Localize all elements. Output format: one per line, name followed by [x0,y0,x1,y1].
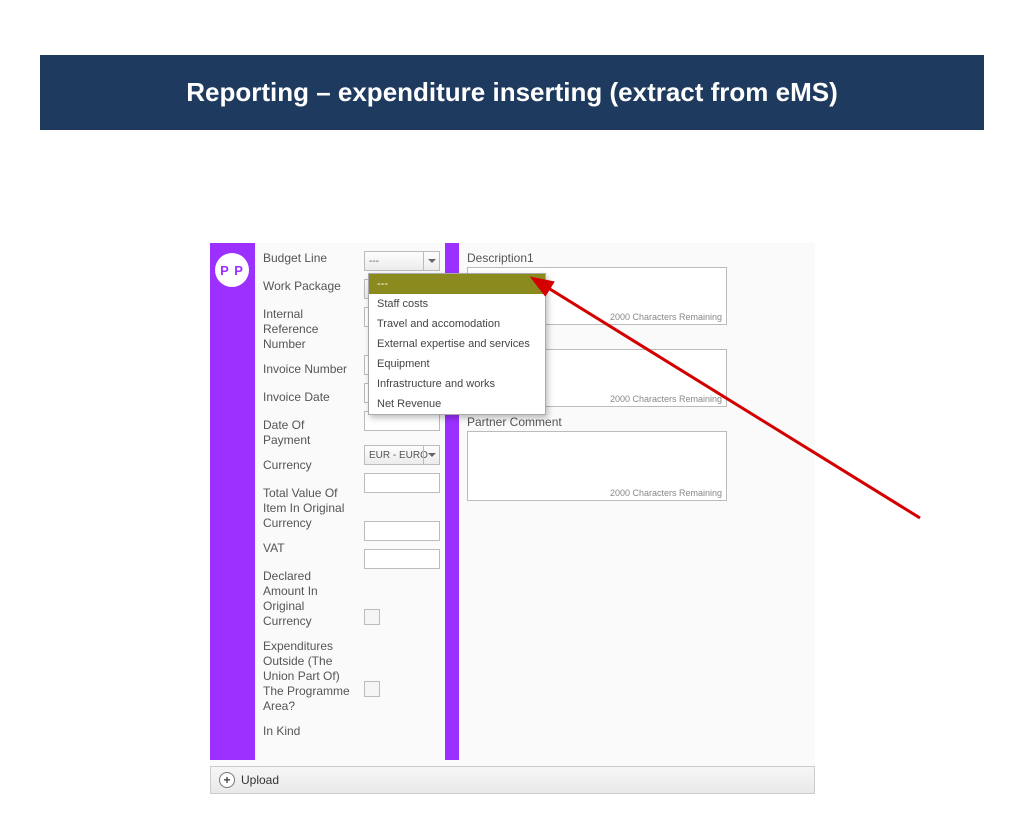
label-total-value: Total Value Of Item In Original Currency [263,486,354,531]
description1-label: Description1 [467,251,807,265]
partner-comment-label: Partner Comment [467,415,807,429]
upload-label: Upload [241,773,279,787]
description1-remaining: 2000 Characters Remaining [610,312,722,322]
in-kind-checkbox[interactable] [364,681,380,697]
budget-line-dropdown[interactable]: --- Staff costs Travel and accomodation … [368,273,546,415]
outside-checkbox[interactable] [364,609,380,625]
description2-remaining: 2000 Characters Remaining [610,394,722,404]
label-vat: VAT [263,541,354,559]
label-date-payment: Date Of Payment [263,418,354,448]
chevron-down-icon [423,446,439,464]
label-outside: Expenditures Outside (The Union Part Of)… [263,639,354,714]
dropdown-option[interactable]: Travel and accomodation [369,314,545,334]
dropdown-option[interactable]: External expertise and services [369,334,545,354]
dropdown-option[interactable]: --- [369,274,545,294]
label-budget-line: Budget Line [263,251,354,269]
budget-line-value: --- [369,256,379,267]
label-in-kind: In Kind [263,724,354,742]
field-labels-column: Budget Line Work Package Internal Refere… [255,243,360,760]
partner-comment-group: Partner Comment 2000 Characters Remainin… [467,415,807,501]
page-title: Reporting – expenditure inserting (extra… [40,55,984,130]
label-currency: Currency [263,458,354,476]
upload-bar[interactable]: + Upload [210,766,815,794]
plus-icon: + [219,772,235,788]
label-internal-ref: Internal Reference Number [263,307,354,352]
currency-value: EUR - EURO [369,450,428,461]
dropdown-option[interactable]: Net Revenue [369,394,545,414]
chevron-down-icon [423,252,439,270]
label-declared: Declared Amount In Original Currency [263,569,354,629]
dropdown-option[interactable]: Staff costs [369,294,545,314]
currency-select[interactable]: EUR - EURO [364,445,440,465]
declared-amount-input[interactable] [364,549,440,569]
total-value-input[interactable] [364,473,440,493]
vat-input[interactable] [364,521,440,541]
partner-comment-remaining: 2000 Characters Remaining [610,488,722,498]
label-invoice-number: Invoice Number [263,362,354,380]
expenditure-form: P P Budget Line Work Package Internal Re… [210,243,815,794]
partner-comment-textarea[interactable]: 2000 Characters Remaining [467,431,727,501]
dropdown-option[interactable]: Equipment [369,354,545,374]
partner-badge: P P [215,253,249,287]
label-invoice-date: Invoice Date [263,390,354,408]
dropdown-option[interactable]: Infrastructure and works [369,374,545,394]
budget-line-select[interactable]: --- [364,251,440,271]
sidebar-accent: P P [210,243,255,760]
label-work-package: Work Package [263,279,354,297]
